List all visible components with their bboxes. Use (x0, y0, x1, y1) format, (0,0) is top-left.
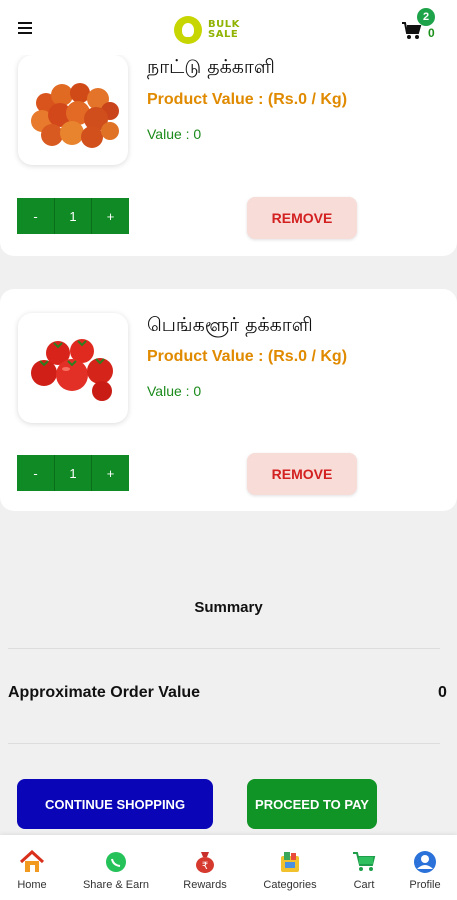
decrement-button[interactable]: - (17, 198, 54, 234)
increment-button[interactable]: + (92, 198, 129, 234)
home-icon (19, 849, 45, 875)
app-header: BULK SALE 2 0 (0, 0, 457, 55)
cart-total-value: 0 (428, 26, 435, 40)
order-value-label: Approximate Order Value (8, 684, 201, 701)
summary-title: Summary (194, 599, 263, 616)
quantity-stepper: - 1 + (17, 455, 129, 491)
nav-rewards[interactable]: ₹ Rewards (180, 835, 230, 900)
order-summary: Summary Approximate Order Value 0 CONTIN… (0, 545, 457, 835)
nav-profile[interactable]: Profile (405, 835, 445, 900)
quantity-stepper: - 1 + (17, 198, 129, 234)
decrement-button[interactable]: - (17, 455, 54, 491)
item-value: Value : 0 (147, 383, 202, 399)
nav-label: Categories (263, 879, 317, 891)
cart-item-card: பெங்களூர் தக்காளி Product Value : (Rs.0 … (0, 289, 457, 511)
cart-icon (351, 849, 377, 875)
profile-icon (412, 849, 438, 875)
increment-button[interactable]: + (92, 455, 129, 491)
nav-home[interactable]: Home (13, 835, 51, 900)
product-image (18, 313, 128, 423)
tomato-cluster-icon (31, 339, 113, 401)
header-cart-button[interactable]: 2 0 (402, 6, 442, 46)
whatsapp-icon (103, 849, 129, 875)
bulk-sale-logo: BULK SALE (174, 15, 240, 45)
nav-label: Profile (409, 879, 441, 891)
continue-shopping-button[interactable]: CONTINUE SHOPPING (17, 779, 213, 829)
remove-button[interactable]: REMOVE (247, 197, 357, 239)
product-value: Product Value : (Rs.0 / Kg) (147, 91, 348, 108)
divider (8, 743, 440, 744)
nav-label: Cart (353, 879, 375, 891)
nav-label: Share & Earn (82, 879, 150, 891)
cart-item-card: நாட்டு தக்காளி Product Value : (Rs.0 / K… (0, 40, 457, 256)
tomato-pile-icon (31, 83, 119, 148)
nav-categories[interactable]: Categories (259, 835, 321, 900)
nav-cart[interactable]: Cart (349, 835, 379, 900)
bottom-navigation: Home Share & Earn ₹ Rewards Categories C… (0, 835, 457, 900)
logo-bulb-icon (174, 16, 202, 44)
product-name: பெங்களூர் தக்காளி (147, 314, 313, 336)
proceed-to-pay-button[interactable]: PROCEED TO PAY (247, 779, 377, 829)
nav-label: Rewards (183, 879, 227, 891)
item-value: Value : 0 (147, 126, 202, 142)
remove-button[interactable]: REMOVE (247, 453, 357, 495)
quantity-value: 1 (54, 198, 92, 234)
rewards-icon: ₹ (192, 849, 218, 875)
quantity-value: 1 (54, 455, 92, 491)
shopping-cart-icon (402, 22, 422, 39)
logo-text-line2: SALE (208, 29, 239, 40)
product-value: Product Value : (Rs.0 / Kg) (147, 348, 348, 365)
svg-text:₹: ₹ (202, 861, 208, 872)
cart-count-badge: 2 (417, 8, 435, 26)
categories-icon (277, 849, 303, 875)
order-value-amount: 0 (438, 684, 447, 701)
nav-label: Home (17, 879, 47, 891)
product-name: நாட்டு தக்காளி (147, 56, 275, 78)
logo-text: BULK SALE (208, 20, 240, 40)
hamburger-menu-icon[interactable] (18, 22, 32, 34)
product-image (18, 55, 128, 165)
divider (8, 648, 440, 649)
nav-share-earn[interactable]: Share & Earn (80, 835, 152, 900)
